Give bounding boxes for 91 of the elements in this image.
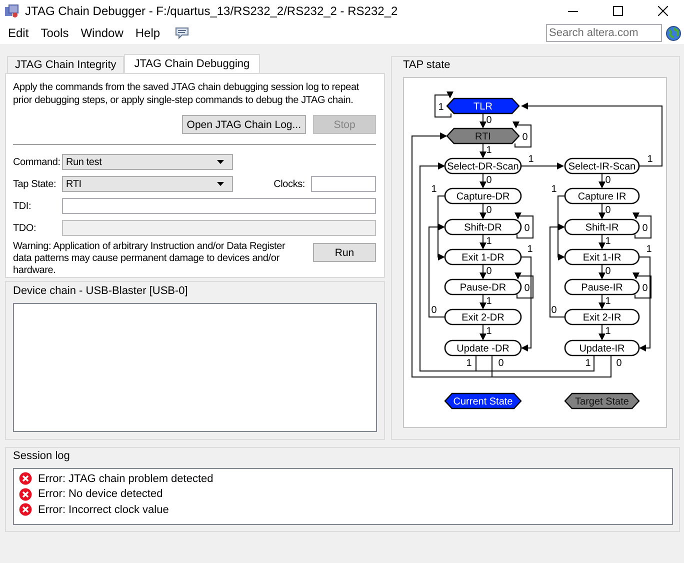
field-label: Tap State:	[13, 178, 58, 190]
transition-label: 0	[486, 205, 492, 216]
transition-label: 0	[605, 266, 611, 277]
description-text: Apply the commands from the saved JTAG chain debugging session log to repeat prior debugging steps, or apply single-step commands to debug the JTAG chain.	[13, 81, 360, 107]
transition-label: 1	[486, 296, 492, 307]
transition-label: 0	[524, 223, 530, 234]
maximize-icon[interactable]	[613, 6, 623, 16]
device-list[interactable]	[13, 303, 377, 432]
caret-icon	[217, 160, 224, 164]
transition-label: 1	[528, 154, 534, 165]
transition-label: 0	[642, 223, 648, 234]
state-node: Select-DR-Scan	[444, 158, 522, 174]
transition-arrow	[632, 212, 652, 238]
transition-label: 1	[486, 236, 492, 247]
tab[interactable]: JTAG Chain Debugging	[124, 54, 260, 73]
transition-label: 1	[605, 296, 611, 307]
state-node: Select-IR-Scan	[564, 158, 640, 174]
run-button[interactable]: Run	[313, 243, 376, 262]
transition-label: 0	[486, 266, 492, 277]
group-title: Session log	[13, 450, 71, 462]
state-node: Exit 2-DR	[444, 308, 522, 326]
state-node: Shift-IR	[564, 218, 640, 236]
transition-label: 0	[642, 283, 648, 294]
search-field[interactable]: Search altera.com	[546, 24, 662, 42]
transition-label: 0	[486, 115, 492, 126]
command-dropdown[interactable]: Run test	[62, 154, 233, 170]
transition-label: 1	[605, 326, 611, 337]
tap-state-dropdown[interactable]: RTI	[62, 176, 233, 192]
transition-label: 0	[616, 358, 622, 369]
state-node: Update-IR	[564, 340, 640, 356]
transition-label: 1	[605, 236, 611, 247]
transition-label: 0	[524, 283, 530, 294]
field-label: TDI:	[13, 200, 32, 212]
log-entry: Error: JTAG chain problem detected	[38, 472, 214, 485]
tab[interactable]: JTAG Chain Integrity	[7, 56, 124, 73]
transition-label: 0	[522, 132, 528, 143]
log-entry: Error: Incorrect clock value	[38, 504, 169, 516]
state-node: Exit 1-IR	[564, 248, 640, 266]
field-label: Clocks:	[272, 178, 306, 190]
state-node: TLR	[446, 98, 520, 114]
error-icon	[19, 488, 32, 501]
menu-item[interactable]: Help	[130, 26, 166, 40]
transition-label: 0	[431, 305, 437, 316]
state-node: Exit 1-DR	[444, 248, 522, 266]
legend-item: Target State	[564, 392, 640, 410]
state-node: RTI	[446, 128, 520, 144]
transition-label: 1	[438, 102, 444, 113]
transition-arrow	[434, 92, 454, 118]
error-icon	[19, 503, 32, 516]
state-node: Update -DR	[444, 340, 522, 356]
transition-label: 1	[486, 326, 492, 337]
caret-icon	[217, 182, 224, 186]
menu-item[interactable]: Tools	[36, 26, 74, 40]
menu-item[interactable]: Edit	[3, 26, 34, 40]
transition-label: 0	[605, 205, 611, 216]
transition-label: 1	[486, 145, 492, 156]
window-title: JTAG Chain Debugger - F:/quartus_13/RS232_2/RS232_2 - RS232_2	[25, 4, 399, 18]
group-title: Device chain - USB-Blaster [USB-0]	[13, 285, 189, 297]
state-node: Pause-IR	[564, 278, 640, 296]
transition-label: 1	[527, 244, 533, 255]
transition-label: 1	[551, 184, 557, 195]
legend-item: Current State	[444, 392, 522, 410]
transition-label: 1	[431, 184, 437, 195]
transition-label: 1	[647, 154, 653, 165]
state-node: Capture-DR	[444, 188, 522, 204]
close-icon[interactable]	[658, 6, 668, 16]
warning-text: Warning: Application of arbitrary Instruction and/or Data Register data patterns may cause permanent damage to devices and/or hardware.	[13, 241, 286, 277]
transition-label: 0	[486, 175, 492, 186]
clocks-field[interactable]	[311, 176, 376, 192]
tdi-field[interactable]	[62, 198, 376, 214]
chat-icon[interactable]	[175, 26, 190, 40]
transition-label: 1	[466, 358, 472, 369]
state-node: Shift-DR	[444, 218, 522, 236]
field-label: TDO:	[13, 222, 38, 234]
transition-label: 0	[551, 305, 557, 316]
transition-label: 0	[498, 358, 504, 369]
transition-label: 1	[646, 244, 652, 255]
state-node: Pause-DR	[444, 278, 522, 296]
group-title: TAP state	[403, 59, 452, 71]
log-entry: Error: No device detected	[38, 488, 163, 500]
error-icon	[19, 472, 32, 486]
state-node: Exit 2-IR	[564, 308, 640, 326]
menu-item[interactable]: Window	[76, 26, 128, 40]
field-label: Command:	[13, 156, 62, 168]
transition-label: 1	[585, 358, 591, 369]
state-node: Capture IR	[564, 188, 640, 204]
transition-arrow	[480, 113, 486, 128]
open-log-button[interactable]: Open JTAG Chain Log...	[182, 115, 306, 134]
app-icon	[4, 4, 20, 18]
transition-label: 0	[605, 175, 611, 186]
globe-icon[interactable]	[666, 26, 681, 40]
